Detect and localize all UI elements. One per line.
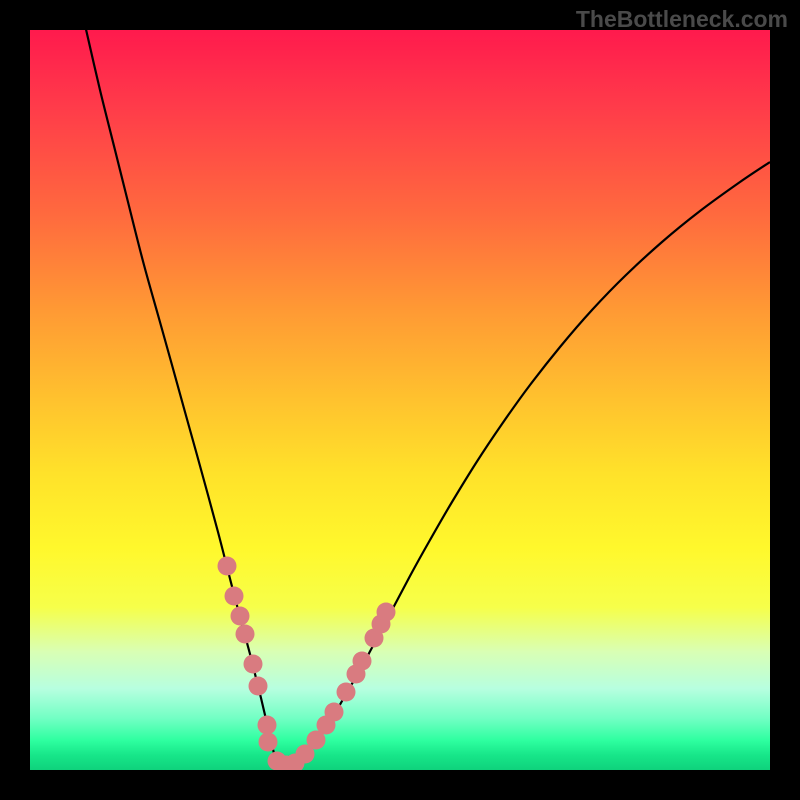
scatter-dot — [231, 607, 250, 626]
scatter-dot — [236, 625, 255, 644]
scatter-dot — [218, 557, 237, 576]
scatter-dots-layer — [30, 30, 770, 770]
scatter-dot — [337, 683, 356, 702]
scatter-dot — [377, 603, 396, 622]
watermark-text: TheBottleneck.com — [576, 6, 788, 33]
scatter-dot — [249, 677, 268, 696]
outer-frame: TheBottleneck.com — [0, 0, 800, 800]
scatter-dot — [353, 652, 372, 671]
scatter-dot — [225, 587, 244, 606]
scatter-dot — [258, 716, 277, 735]
scatter-dot — [259, 733, 278, 752]
scatter-dot — [244, 655, 263, 674]
plot-area — [30, 30, 770, 770]
scatter-dot — [325, 703, 344, 722]
